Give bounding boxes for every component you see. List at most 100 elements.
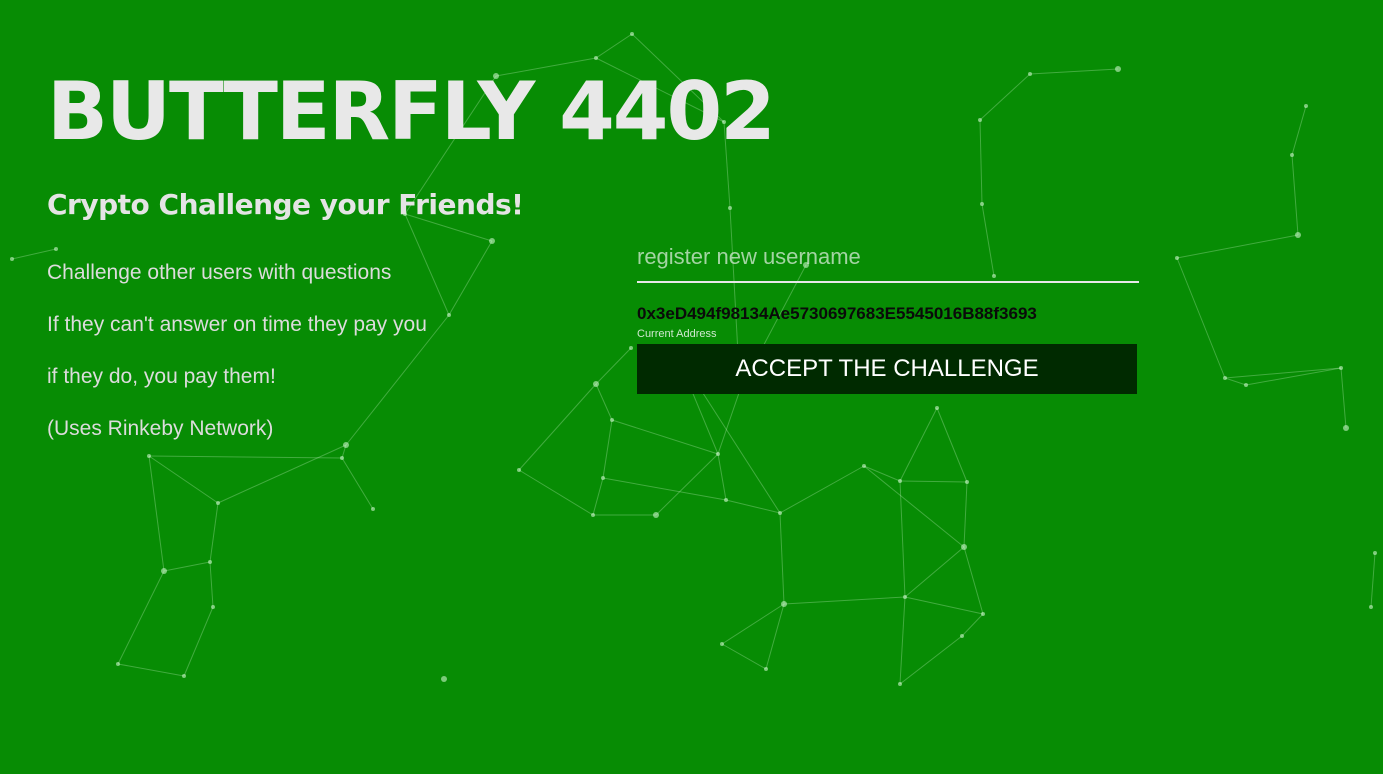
network-node [724,498,728,502]
network-link [725,499,781,514]
network-link [602,477,727,501]
network-link [779,512,785,605]
network-node [610,418,614,422]
username-input[interactable] [637,238,1139,283]
network-node [965,480,969,484]
network-node [1343,425,1349,431]
network-link [1370,552,1376,608]
network-link [592,477,604,516]
network-link [961,613,984,637]
network-link [117,570,165,665]
network-node [340,456,344,460]
network-node [960,634,964,638]
network-link [904,546,965,598]
network-node [601,476,605,480]
network-link [783,596,906,605]
network-node [116,662,120,666]
network-link [863,465,901,482]
network-link [863,465,965,548]
network-node [898,479,902,483]
network-link [183,606,214,677]
description-line-2: If they can't answer on time they pay yo… [47,313,427,336]
network-node [182,674,186,678]
network-link [1176,234,1299,259]
network-node [716,452,720,456]
accept-challenge-button[interactable]: ACCEPT THE CHALLENGE [637,344,1137,394]
network-link [209,502,219,563]
network-node [1028,72,1032,76]
network-link [979,73,1031,121]
network-link [779,465,865,514]
network-node [591,513,595,517]
network-node [593,381,599,387]
network-node [728,206,732,210]
network-node [517,468,521,472]
network-link [721,643,767,670]
network-link [1224,367,1342,379]
network-node [720,642,724,646]
network-link [217,444,347,504]
network-link [518,383,597,471]
network-node [862,464,866,468]
network-node [981,612,985,616]
network-link [148,455,219,504]
network-node [1290,153,1294,157]
wallet-address: 0x3eD494f98134Ae5730697683E5545016B88f36… [637,304,1037,323]
network-link [602,419,613,479]
network-link [163,561,211,572]
network-node [147,454,151,458]
network-node [980,202,984,206]
network-node [781,601,787,607]
network-link [899,635,963,685]
network-node [1223,376,1227,380]
network-link [1291,105,1307,156]
network-link [904,596,984,615]
network-node [441,676,447,682]
network-node [961,544,967,550]
network-link [518,469,594,516]
network-node [935,406,939,410]
network-node [778,511,782,515]
network-node [211,605,215,609]
network-node [978,118,982,122]
network-link [936,407,968,483]
network-link [1245,367,1342,386]
network-link [595,33,633,59]
network-node [594,56,598,60]
network-link [1176,257,1226,379]
network-node [1369,605,1373,609]
page-title: BUTTERFLY 4402 [47,65,776,158]
network-node [447,313,451,317]
network-node [208,560,212,564]
network-node [10,257,14,261]
network-link [148,455,343,459]
network-node [1244,383,1248,387]
network-link [595,383,613,421]
network-node [764,667,768,671]
network-link [404,213,450,316]
network-node [1373,551,1377,555]
network-node [216,501,220,505]
network-node [1115,66,1121,72]
description-line-3: if they do, you pay them! [47,365,276,388]
network-link [611,419,719,455]
network-node [653,512,659,518]
network-link [1340,367,1347,429]
network-link [11,248,57,260]
network-node [1304,104,1308,108]
network-node [371,507,375,511]
network-node [898,682,902,686]
network-link [209,561,214,608]
network-link [717,453,727,501]
network-node [1175,256,1179,260]
network-link [899,407,938,482]
network-link [148,455,165,572]
page-subtitle: Crypto Challenge your Friends! [47,188,524,221]
network-node [161,568,167,574]
network-link [1224,377,1247,386]
network-node [903,595,907,599]
network-node [343,442,349,448]
network-note: (Uses Rinkeby Network) [47,417,274,440]
network-node [630,32,634,36]
network-link [117,663,185,677]
